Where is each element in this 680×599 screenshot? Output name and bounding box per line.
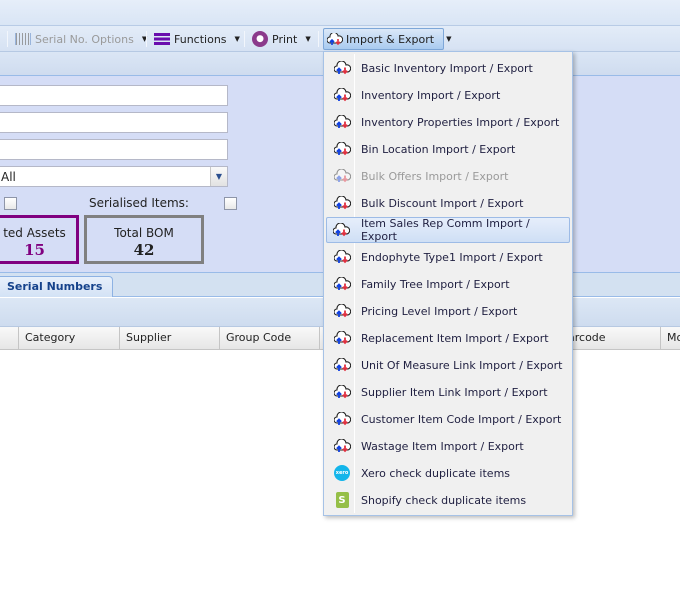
- dropdown-arrow-icon: ▼: [305, 35, 311, 43]
- menu-item-label: Bulk Offers Import / Export: [361, 169, 509, 183]
- functions-icon: [154, 33, 170, 45]
- cloud-import-export-icon: [327, 385, 357, 399]
- toolbar-separator: [244, 31, 245, 47]
- menu-item-label: Pricing Level Import / Export: [361, 304, 518, 318]
- stat-box-assets: ted Assets 15: [0, 215, 79, 264]
- filter-checkbox[interactable]: [4, 197, 17, 210]
- toolbar-separator: [318, 31, 319, 47]
- filter-input-1[interactable]: [0, 85, 228, 106]
- menu-item[interactable]: Item Sales Rep Comm Import / Export: [326, 217, 570, 243]
- xero-icon: xero: [327, 465, 357, 481]
- import-export-label: Import & Export: [346, 32, 435, 46]
- top-bar: [0, 0, 680, 26]
- menu-item-label: Inventory Properties Import / Export: [361, 115, 560, 129]
- shopify-icon: S: [327, 492, 357, 508]
- cloud-import-export-icon: [327, 142, 357, 156]
- cloud-import-export-icon: [327, 115, 357, 129]
- menu-item[interactable]: Inventory Properties Import / Export: [326, 109, 570, 135]
- import-export-menu: Basic Inventory Import / Export Inventory…: [323, 51, 573, 516]
- column-header[interactable]: Mo: [660, 327, 680, 349]
- menu-item-label: Bulk Discount Import / Export: [361, 196, 524, 210]
- menu-item[interactable]: S Shopify check duplicate items: [326, 487, 570, 513]
- dropdown-arrow-icon: ▼: [234, 35, 240, 43]
- print-button[interactable]: ● Print ▼: [252, 26, 311, 52]
- print-label: Print: [272, 32, 298, 46]
- cloud-import-export-icon: [327, 196, 357, 210]
- serialised-items-checkbox[interactable]: [224, 197, 237, 210]
- menu-item[interactable]: Bin Location Import / Export: [326, 136, 570, 162]
- cloud-import-export-icon: [327, 32, 343, 45]
- cloud-import-export-icon: [327, 250, 357, 264]
- cloud-import-export-icon: [327, 439, 357, 453]
- column-header-category[interactable]: Category: [18, 327, 119, 349]
- menu-item-label: Unit Of Measure Link Import / Export: [361, 358, 563, 372]
- menu-item[interactable]: Supplier Item Link Import / Export: [326, 379, 570, 405]
- cloud-import-export-icon: [327, 358, 357, 372]
- menu-item-label: Supplier Item Link Import / Export: [361, 385, 548, 399]
- menu-item[interactable]: Basic Inventory Import / Export: [326, 55, 570, 81]
- menu-item-label: Customer Item Code Import / Export: [361, 412, 562, 426]
- print-paw-icon: ●: [252, 31, 268, 47]
- stat-label: ted Assets: [3, 226, 66, 240]
- cloud-import-export-icon: [327, 304, 357, 318]
- menu-item[interactable]: Inventory Import / Export: [326, 82, 570, 108]
- menu-item[interactable]: Bulk Discount Import / Export: [326, 190, 570, 216]
- menu-item[interactable]: Pricing Level Import / Export: [326, 298, 570, 324]
- menu-item: Bulk Offers Import / Export: [326, 163, 570, 189]
- tab-serial-numbers[interactable]: Serial Numbers: [0, 276, 113, 297]
- chevron-down-icon[interactable]: ▼: [210, 167, 227, 186]
- toolbar-separator: [146, 31, 147, 47]
- menu-item-label: Xero check duplicate items: [361, 466, 511, 480]
- menu-item-label: Wastage Item Import / Export: [361, 439, 524, 453]
- menu-item-label: Family Tree Import / Export: [361, 277, 510, 291]
- cloud-import-export-icon: [327, 277, 357, 291]
- dropdown-arrow-icon: ▼: [446, 35, 452, 43]
- functions-button[interactable]: Functions ▼: [154, 26, 240, 52]
- filter-input-2[interactable]: [0, 112, 228, 133]
- stat-value: 15: [24, 241, 45, 259]
- menu-item[interactable]: Endophyte Type1 Import / Export: [326, 244, 570, 270]
- cloud-import-export-icon: [327, 412, 357, 426]
- serial-options-label: Serial No. Options: [35, 32, 134, 46]
- menu-item[interactable]: Replacement Item Import / Export: [326, 325, 570, 351]
- menu-item[interactable]: Unit Of Measure Link Import / Export: [326, 352, 570, 378]
- column-header-supplier[interactable]: Supplier: [119, 327, 219, 349]
- barcode-icon: [15, 33, 31, 45]
- cloud-import-export-icon: [327, 61, 357, 75]
- menu-item-label: Item Sales Rep Comm Import / Export: [360, 217, 530, 243]
- filter-combo-value: All: [1, 170, 16, 184]
- stat-value: 42: [133, 241, 155, 259]
- menu-item[interactable]: Customer Item Code Import / Export: [326, 406, 570, 432]
- cloud-import-export-icon: [327, 331, 357, 345]
- menu-item[interactable]: Family Tree Import / Export: [326, 271, 570, 297]
- stat-box-total-bom: Total BOM 42: [84, 215, 204, 264]
- column-header[interactable]: [0, 327, 18, 349]
- menu-item-label: Endophyte Type1 Import / Export: [361, 250, 543, 264]
- menu-item-label: Shopify check duplicate items: [361, 493, 527, 507]
- cloud-import-export-icon: [327, 88, 357, 102]
- serial-options-button[interactable]: Serial No. Options ▼: [15, 26, 147, 52]
- menu-item[interactable]: xero Xero check duplicate items: [326, 460, 570, 486]
- menu-item-label: Inventory Import / Export: [361, 88, 501, 102]
- cloud-import-export-icon: [327, 223, 357, 237]
- cloud-import-export-icon: [327, 169, 357, 183]
- filter-input-3[interactable]: [0, 139, 228, 160]
- import-export-button[interactable]: Import & Export ▼: [323, 28, 451, 50]
- stat-label: Total BOM: [114, 226, 174, 240]
- column-header-group-code[interactable]: Group Code: [219, 327, 319, 349]
- toolbar-separator: [7, 31, 8, 47]
- menu-item-label: Bin Location Import / Export: [361, 142, 516, 156]
- menu-item-label: Basic Inventory Import / Export: [361, 61, 533, 75]
- serialised-items-label: Serialised Items:: [89, 196, 189, 210]
- menu-item[interactable]: Wastage Item Import / Export: [326, 433, 570, 459]
- functions-label: Functions: [174, 32, 227, 46]
- menu-item-label: Replacement Item Import / Export: [361, 331, 549, 345]
- filter-combo[interactable]: All ▼: [0, 166, 228, 187]
